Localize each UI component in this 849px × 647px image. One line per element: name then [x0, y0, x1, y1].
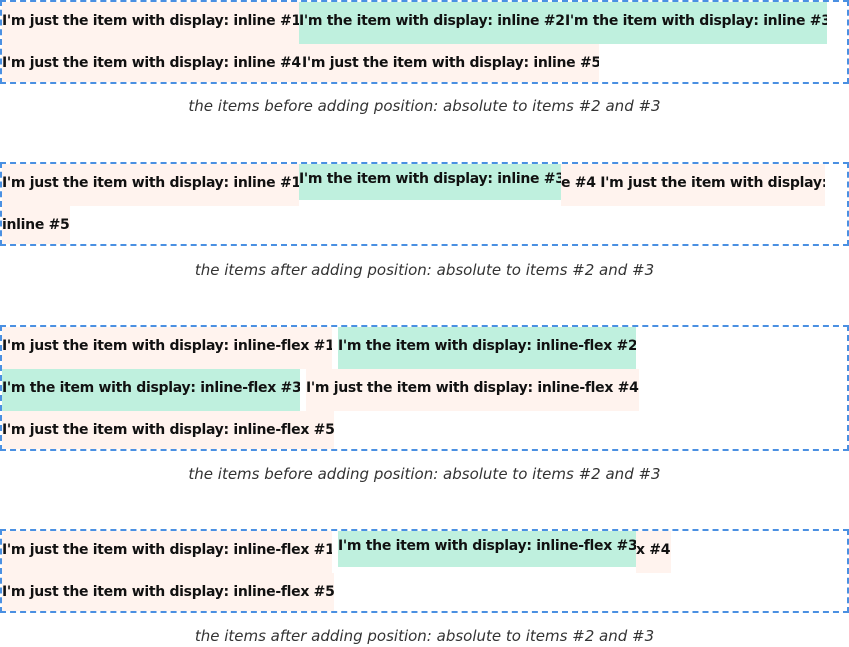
inline-flex-item-4: I'm just the item with display: inline-f… [306, 369, 639, 411]
inline-flex-item-3-absolute: I'm the item with display: inline-flex #… [338, 531, 636, 567]
inline-item-5: inline #5 [2, 206, 70, 244]
inline-item-5: I'm just the item with display: inline #… [302, 44, 599, 82]
inline-flex-item-5: I'm just the item with display: inline-f… [2, 411, 334, 449]
inline-item-2: I'm the item with display: inline #2 [299, 2, 567, 44]
demo-inline-before: I'm just the item with display: inline #… [0, 0, 849, 84]
inline-flex-item-5: I'm just the item with display: inline-f… [2, 573, 334, 611]
demo-inline-flex-before: I'm just the item with display: inline-f… [0, 325, 849, 451]
inline-item-1: I'm just the item with display: inline #… [2, 164, 299, 206]
inline-item-4: e #4 I'm just the item with display: [561, 164, 825, 206]
inline-flex-item-1: I'm just the item with display: inline-f… [2, 327, 332, 369]
inline-item-1: I'm just the item with display: inline #… [2, 2, 299, 44]
demo-inline-after: I'm just the item with display: inline #… [0, 162, 849, 246]
demo-inline-flex-after: I'm just the item with display: inline-f… [0, 529, 849, 613]
caption-inline-flex-before: the items before adding position: absolu… [188, 465, 661, 483]
inline-flex-item-4: x #4 [636, 531, 671, 573]
inline-flex-item-3: I'm the item with display: inline-flex #… [2, 369, 300, 411]
inline-item-3-absolute: I'm the item with display: inline #3 [299, 164, 561, 200]
inline-item-4: I'm just the item with display: inline #… [2, 44, 302, 82]
caption-inline-before: the items before adding position: absolu… [188, 97, 661, 115]
caption-inline-after: the items after adding position: absolut… [194, 261, 655, 279]
inline-flex-item-2: I'm the item with display: inline-flex #… [338, 327, 636, 369]
inline-item-3: I'm the item with display: inline #3 [565, 2, 827, 44]
caption-inline-flex-after: the items after adding position: absolut… [194, 627, 655, 645]
inline-flex-item-1: I'm just the item with display: inline-f… [2, 531, 332, 573]
